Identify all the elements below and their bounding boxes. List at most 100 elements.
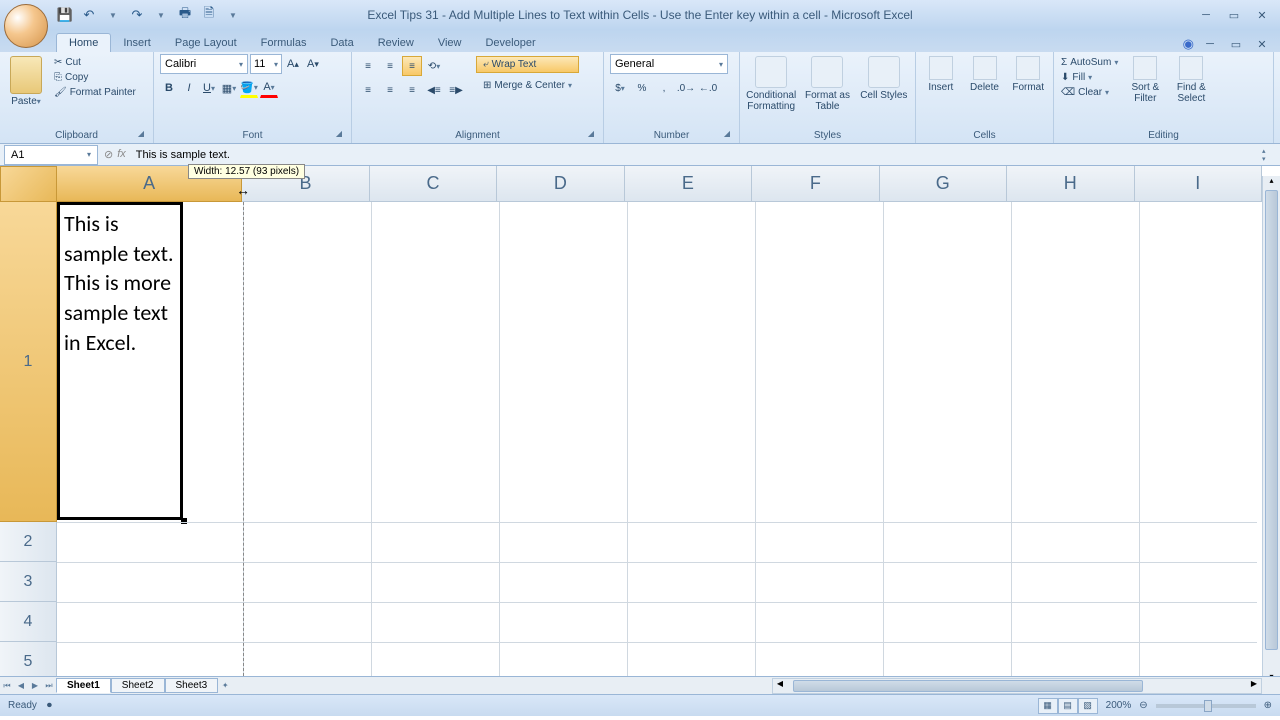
minimize-button[interactable]: ─ [1196,7,1216,23]
delete-cells[interactable]: Delete [966,56,1004,93]
zoom-thumb[interactable] [1204,700,1212,712]
increase-indent[interactable]: ≡▶ [446,80,466,100]
font-launcher[interactable]: ◢ [333,129,345,141]
qat-redo-dd[interactable]: ▼ [152,6,170,24]
grow-font[interactable]: A▴ [284,54,302,74]
sheet-nav-last[interactable]: ⏭ [42,678,56,694]
zoom-out[interactable]: ⊖ [1139,700,1147,711]
alignment-launcher[interactable]: ◢ [585,129,597,141]
hscroll-thumb[interactable] [793,680,1143,692]
wrap-text-button[interactable]: ⤶Wrap Text [476,56,579,73]
col-header-e[interactable]: E [625,166,752,202]
align-bottom[interactable]: ≡ [402,56,422,76]
close-button[interactable]: ✕ [1252,7,1272,23]
fill-handle[interactable] [181,518,187,524]
worksheet-grid[interactable]: ABCDEFGHI 12345 This is sample text.This… [0,166,1280,676]
tab-review[interactable]: Review [366,34,426,52]
copy-button[interactable]: ⎘Copy [52,71,138,84]
view-page-layout[interactable]: ▤ [1058,698,1078,714]
border-button[interactable]: ▦▾ [220,78,238,98]
bold-button[interactable]: B [160,78,178,98]
font-family-select[interactable]: Calibri▾ [160,54,248,74]
col-header-i[interactable]: I [1135,166,1262,202]
fx-icon[interactable]: fx [117,148,126,161]
qat-redo[interactable]: ↷ [128,6,146,24]
sheet-nav-next[interactable]: ▶ [28,678,42,694]
number-format-select[interactable]: General▾ [610,54,728,74]
align-center[interactable]: ≡ [380,80,400,100]
clear-button[interactable]: ⌫Clear▾ [1060,86,1119,99]
format-painter-button[interactable]: 🖌Format Painter [52,86,138,99]
formula-input[interactable]: This is sample text. [132,149,1262,161]
qat-save[interactable]: 💾 [56,6,74,24]
row-header-3[interactable]: 3 [0,562,57,602]
scroll-left-icon[interactable]: ◀ [773,679,787,688]
tab-insert[interactable]: Insert [111,34,163,52]
decrease-indent[interactable]: ◀≡ [424,80,444,100]
new-sheet-button[interactable]: ✦ [218,678,232,694]
formula-expand-down[interactable]: ▾ [1262,155,1280,163]
increase-decimal[interactable]: .0→ [676,78,696,98]
maximize-button[interactable]: ▭ [1224,7,1244,23]
scroll-right-icon[interactable]: ▶ [1247,679,1261,688]
comma-button[interactable]: , [654,78,674,98]
row-header-5[interactable]: 5 [0,642,57,676]
cancel-icon[interactable]: ⊘ [104,148,113,161]
underline-button[interactable]: U▾ [200,78,218,98]
tab-developer[interactable]: Developer [473,34,547,52]
align-right[interactable]: ≡ [402,80,422,100]
macro-record-icon[interactable]: ⏺ [47,700,52,711]
qat-undo-dd[interactable]: ▼ [104,6,122,24]
tab-data[interactable]: Data [318,34,365,52]
col-header-g[interactable]: G [880,166,1007,202]
font-size-select[interactable]: 11▾ [250,54,282,74]
merge-center-button[interactable]: ⊞Merge & Center▾ [476,77,579,94]
sheet-tab-2[interactable]: Sheet2 [111,678,165,693]
qat-undo[interactable]: ↶ [80,6,98,24]
zoom-level[interactable]: 200% [1106,700,1132,711]
office-button[interactable] [4,4,48,48]
zoom-in[interactable]: ⊕ [1264,700,1272,711]
name-box[interactable]: A1▾ [4,145,98,165]
clipboard-launcher[interactable]: ◢ [135,129,147,141]
align-top[interactable]: ≡ [358,56,378,76]
fill-button[interactable]: ⬇Fill▾ [1060,71,1119,84]
sheet-nav-prev[interactable]: ◀ [14,678,28,694]
find-select[interactable]: Find & Select [1171,56,1211,104]
workbook-close[interactable]: ✕ [1252,36,1272,52]
sheet-nav-first[interactable]: ⏮ [0,678,14,694]
tab-home[interactable]: Home [56,33,111,52]
help-icon[interactable]: ◉ [1183,36,1194,52]
row-header-2[interactable]: 2 [0,522,57,562]
percent-button[interactable]: % [632,78,652,98]
qat-customize[interactable]: ▼ [224,6,242,24]
col-header-c[interactable]: C [370,166,497,202]
format-as-table[interactable]: Format as Table [802,56,852,112]
fill-color-button[interactable]: 🪣▾ [240,78,258,98]
cell-styles[interactable]: Cell Styles [859,56,909,101]
conditional-formatting[interactable]: Conditional Formatting [746,56,796,112]
vscroll-thumb[interactable] [1265,190,1278,650]
tab-page-layout[interactable]: Page Layout [163,34,249,52]
sort-filter[interactable]: Sort & Filter [1125,56,1165,104]
ribbon-restore[interactable]: ▭ [1226,36,1246,52]
align-middle[interactable]: ≡ [380,56,400,76]
scroll-up-icon[interactable]: ▴ [1263,176,1280,190]
col-header-h[interactable]: H [1007,166,1134,202]
align-left[interactable]: ≡ [358,80,378,100]
number-launcher[interactable]: ◢ [721,129,733,141]
decrease-decimal[interactable]: ←.0 [698,78,718,98]
horizontal-scrollbar[interactable]: ◀ ▶ [772,678,1262,694]
tab-formulas[interactable]: Formulas [249,34,319,52]
paste-button[interactable]: Paste▾ [6,56,46,107]
currency-button[interactable]: $▾ [610,78,630,98]
tab-view[interactable]: View [426,34,474,52]
col-header-d[interactable]: D [497,166,624,202]
qat-preview[interactable]: 🗎 [200,6,218,24]
col-header-f[interactable]: F [752,166,879,202]
cut-button[interactable]: ✂Cut [52,56,138,69]
orientation[interactable]: ⟲▾ [424,56,444,76]
italic-button[interactable]: I [180,78,198,98]
format-cells[interactable]: Format [1009,56,1047,93]
row-header-1[interactable]: 1 [0,202,57,522]
